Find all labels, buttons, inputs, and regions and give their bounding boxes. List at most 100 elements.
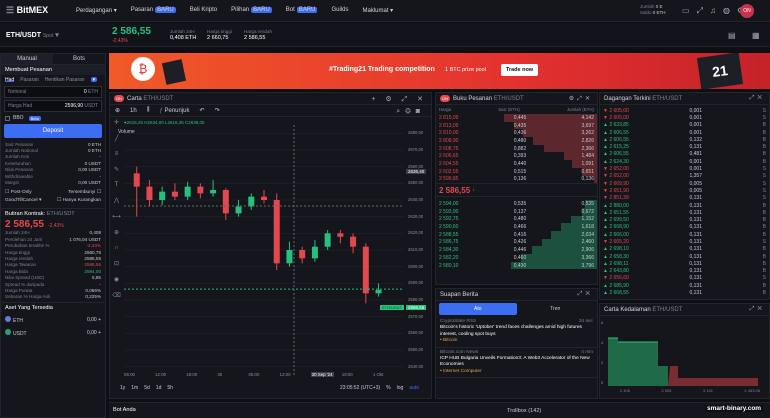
- symbol-selector[interactable]: ETH/USDT Spot ▾: [6, 31, 59, 39]
- nav-item-guilds[interactable]: Guilds: [331, 7, 348, 14]
- pattern-icon[interactable]: ⋀: [114, 197, 119, 204]
- promo-banner[interactable]: ₿ #Trading21 Trading competition 1 BTC p…: [109, 53, 770, 89]
- depth-bar: [593, 175, 597, 184]
- news-tag[interactable]: • Bitcoin: [440, 338, 593, 344]
- hidden-checkbox[interactable]: Tersembunyi ☐: [68, 189, 101, 197]
- range-5d[interactable]: 5d: [144, 385, 150, 391]
- order-type-2[interactable]: Hentikan Pasaran: [45, 77, 85, 83]
- log-toggle[interactable]: log: [397, 385, 404, 391]
- tab-bots[interactable]: Bots: [53, 54, 105, 64]
- notional-field[interactable]: Notional 0 ETH: [4, 86, 102, 98]
- range-1m[interactable]: 1m: [131, 385, 138, 391]
- ask-row[interactable]: 2 810,00 0,436 3,262: [436, 129, 597, 138]
- notification-icon[interactable]: ♫: [710, 6, 716, 16]
- news-item[interactable]: Bitcoin.com News 4 min ICP HUB Bulgaria Un…: [436, 348, 597, 379]
- nav-item-maklumat[interactable]: Maklumat ▾: [363, 7, 394, 14]
- nav-item-perdagangan[interactable]: Perdagangan ▾: [76, 7, 117, 14]
- bbo-toggle[interactable]: BBO Beta: [5, 115, 101, 121]
- layout-icon[interactable]: ▤: [728, 31, 736, 40]
- auto-toggle[interactable]: auto: [409, 385, 419, 391]
- indicators-button[interactable]: ƒ Penunjuk: [159, 108, 189, 114]
- panel-controls[interactable]: ⚙⤢✕: [569, 95, 593, 103]
- bid-row[interactable]: 2 594,00 0,535 0,535: [436, 200, 597, 208]
- percent-toggle[interactable]: %: [386, 385, 390, 391]
- bid-row[interactable]: 2 580,10 0,430 3,796: [436, 261, 597, 270]
- undo-icon[interactable]: ↶: [200, 107, 205, 114]
- tab-all-news[interactable]: Ato: [439, 303, 517, 315]
- post-only-checkbox[interactable]: ☐ Post-Only: [5, 189, 32, 197]
- limit-price-field[interactable]: Harga Had 2596,90 USDT: [4, 100, 102, 112]
- reduce-only-checkbox[interactable]: ☐ Hanya Kurangkan: [57, 197, 101, 205]
- contract-details-header[interactable]: Butiran Kontrak: ETH/USDT: [1, 207, 105, 219]
- order-type-dropdown-icon[interactable]: ▾: [90, 77, 98, 83]
- avatar[interactable]: ON: [740, 4, 754, 18]
- bid-row[interactable]: 2 588,55 0,416 2,034: [436, 230, 597, 239]
- chart-right-tools[interactable]: ⌕⚙◙: [396, 108, 425, 116]
- candle-type-icon[interactable]: ⫼: [147, 107, 150, 114]
- panel-controls[interactable]: + ⚙ ⤢ ✕: [371, 95, 427, 104]
- depth-chart[interactable]: [608, 320, 758, 386]
- range-1d[interactable]: 1d: [156, 385, 162, 391]
- ask-row[interactable]: 2 599,85 0,136 0,136: [436, 175, 597, 184]
- bid-row[interactable]: 2 584,30 0,446 2,906: [436, 246, 597, 254]
- panel-controls[interactable]: ⤢✕: [750, 306, 765, 313]
- nav-item-beli-kripto[interactable]: Beli Kripto: [190, 7, 217, 14]
- ask-row[interactable]: 2 606,65 0,393 1,484: [436, 152, 597, 161]
- text-icon[interactable]: T: [115, 182, 119, 188]
- news-item[interactable]: CryptoSlate RSS 34 sec Bitcoin's historic …: [436, 317, 597, 348]
- fullscreen-icon[interactable]: ⤢: [697, 6, 703, 16]
- bots-label[interactable]: Bot Anda: [113, 407, 136, 413]
- wallet-icon[interactable]: ▭: [682, 6, 690, 16]
- ask-row[interactable]: 2 815,09 0,445 4,142: [436, 114, 597, 122]
- order-type-1[interactable]: Pasaran: [20, 77, 39, 83]
- range-5h[interactable]: 5h: [167, 385, 173, 391]
- add-symbol-icon[interactable]: ⊕: [115, 107, 120, 114]
- ruler-icon[interactable]: ⟷: [112, 213, 121, 220]
- fib-icon[interactable]: ≡: [115, 151, 119, 157]
- tif-select[interactable]: GoodTillCancel ▾: [5, 197, 41, 205]
- bid-row[interactable]: 2 586,75 0,426 2,460: [436, 238, 597, 247]
- bid-row[interactable]: 2 593,90 0,137 0,672: [436, 207, 597, 216]
- panel-controls[interactable]: ⤢✕: [578, 291, 593, 298]
- bitmex-logo[interactable]: ☰ BitMEX: [6, 5, 66, 16]
- globe-icon[interactable]: ◍: [723, 6, 730, 16]
- nav-item-bot[interactable]: Bot BARU: [286, 7, 318, 14]
- account-summary[interactable]: Jumlah 0 E Saldo 0 ETH: [640, 4, 666, 16]
- trendline-icon[interactable]: ╱: [115, 135, 119, 142]
- tab-manual[interactable]: Manual: [1, 54, 53, 64]
- magnet-icon[interactable]: ∩: [114, 245, 118, 251]
- crosshair-icon[interactable]: ✛: [114, 119, 119, 126]
- x-tick: 12:00: [279, 372, 291, 377]
- panel-controls[interactable]: ⤢✕: [750, 95, 765, 102]
- redo-icon[interactable]: ↷: [215, 107, 220, 114]
- bid-row[interactable]: 2 590,60 0,466 1,618: [436, 223, 597, 231]
- calculator-icon[interactable]: ▦: [752, 31, 760, 40]
- trollbox-button[interactable]: Trollbox (142): [507, 408, 541, 414]
- range-1y[interactable]: 1y: [120, 385, 125, 391]
- ask-row[interactable]: 2 813,09 0,435 3,697: [436, 121, 597, 130]
- ask-row[interactable]: 2 608,75 0,882 2,366: [436, 144, 597, 153]
- asset-row[interactable]: USDT 0,00 +: [1, 326, 105, 339]
- brush-icon[interactable]: ✎: [114, 166, 119, 173]
- ask-row[interactable]: 2 602,55 0,515 0,651: [436, 167, 597, 176]
- asset-row[interactable]: ETH 0,00 +: [1, 313, 105, 326]
- bid-row[interactable]: 2 592,75 0,480 1,152: [436, 215, 597, 224]
- interval-select[interactable]: 1h: [130, 108, 137, 114]
- trade-now-button[interactable]: Trade now: [501, 64, 538, 76]
- tab-trending[interactable]: Tren: [517, 303, 595, 315]
- trash-icon[interactable]: ⌫: [112, 292, 120, 299]
- nav-item-pasaran[interactable]: Pasaran BARU: [131, 7, 176, 14]
- trade-size: 1,357: [689, 173, 702, 180]
- zoom-icon[interactable]: ⊕: [114, 229, 119, 236]
- price-chart[interactable]: [124, 125, 404, 375]
- bid-row[interactable]: 2 582,20 0,460 3,366: [436, 254, 597, 262]
- order-type-0[interactable]: Had: [5, 77, 15, 83]
- candle: [222, 188, 229, 220]
- ask-row[interactable]: 2 604,55 0,440 1,091: [436, 160, 597, 168]
- news-tag[interactable]: • Internet Computer: [440, 369, 593, 375]
- lock-icon[interactable]: ⊡: [114, 260, 119, 267]
- eye-icon[interactable]: ◉: [114, 276, 119, 283]
- ask-row[interactable]: 2 808,90 0,480 2,826: [436, 137, 597, 145]
- nav-item-pilihan[interactable]: Pilihan BARU: [231, 7, 272, 14]
- deposit-button[interactable]: Deposit: [4, 124, 102, 138]
